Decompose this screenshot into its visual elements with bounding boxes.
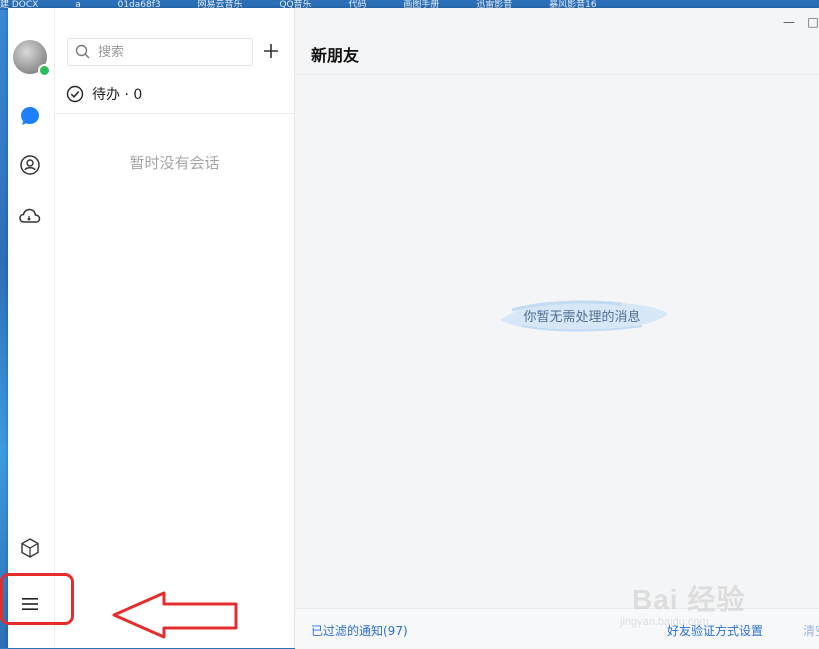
divider	[55, 113, 294, 114]
footer-bar: 已过滤的通知(97) 好友验证方式设置 清空	[295, 608, 819, 649]
search-input[interactable]	[96, 43, 240, 61]
main-panel: 新朋友 — □ 你暂无需处理的消息 已过滤的通知(97) 好友验证方式设置 清空	[295, 8, 819, 649]
nav-cloud-button[interactable]	[17, 203, 43, 229]
friend-verify-settings-link[interactable]: 好友验证方式设置	[667, 622, 763, 639]
check-circle-icon	[66, 85, 84, 103]
contacts-icon	[20, 155, 40, 175]
minimize-button[interactable]: —	[779, 14, 799, 30]
add-button[interactable]	[260, 40, 282, 62]
todo-item[interactable]: 待办 · 0	[66, 84, 142, 104]
todo-label: 待办 · 0	[92, 87, 143, 103]
cloud-icon	[19, 208, 41, 223]
nav-app-center-button[interactable]	[17, 535, 43, 561]
empty-conversations-text: 暂时没有会话	[129, 154, 220, 172]
cube-icon	[21, 538, 39, 558]
nav-messages-button[interactable]	[17, 103, 43, 129]
online-status-dot	[38, 64, 51, 77]
page-title: 新朋友	[311, 46, 360, 65]
empty-message: 你暂无需处理的消息	[523, 310, 641, 325]
empty-state: 你暂无需处理的消息	[492, 290, 672, 338]
plus-icon	[264, 44, 278, 58]
search-icon	[75, 44, 90, 59]
main-menu-button[interactable]	[17, 591, 43, 617]
main-header: 新朋友 — □	[295, 8, 819, 75]
search-box[interactable]	[67, 38, 253, 66]
nav-rail	[8, 8, 55, 648]
nav-contacts-button[interactable]	[17, 152, 43, 178]
qq-window: 待办 · 0 暂时没有会话 新朋友 — □ 你暂无需处理的消息 已过滤的通知(9…	[8, 8, 819, 649]
maximize-button[interactable]: □	[803, 14, 819, 30]
filtered-notifications-link[interactable]: 已过滤的通知(97)	[311, 622, 408, 639]
conversation-list-panel: 待办 · 0 暂时没有会话	[55, 8, 295, 648]
menu-icon	[22, 598, 38, 610]
clear-link[interactable]: 清空	[803, 622, 819, 639]
chat-bubble-icon	[21, 107, 39, 125]
